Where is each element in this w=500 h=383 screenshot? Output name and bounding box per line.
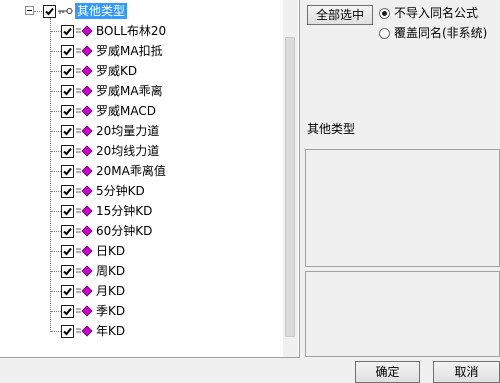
formula-diamond-icon [76,325,93,337]
formula-diamond-icon [76,85,93,97]
item-checkbox[interactable] [61,305,74,318]
tree-connector [51,51,61,52]
tree-connector [51,71,61,72]
tree-item-label[interactable]: 20均量力道 [96,123,159,139]
item-checkbox[interactable] [61,285,74,298]
tree-item-label[interactable]: BOLL布林20 [96,23,166,39]
formula-diamond-icon [76,265,93,277]
formula-diamond-icon [76,225,93,237]
tree-item-label[interactable]: 日KD [96,243,125,259]
item-checkbox[interactable] [61,325,74,338]
tree-connector [51,271,61,272]
tree-item-label[interactable]: 20均线力道 [96,143,159,159]
item-checkbox[interactable] [61,145,74,158]
formula-type-label: 其他类型 [307,122,356,136]
formula-diamond-icon [76,245,93,257]
tree-item-label[interactable]: 周KD [96,263,125,279]
tree-connector [51,131,61,132]
tree-connector [51,291,61,292]
scroll-thumb[interactable] [285,37,295,337]
description-box [305,149,500,267]
tree-connector [51,91,61,92]
formula-diamond-icon [76,165,93,177]
formula-diamond-icon [76,145,93,157]
item-checkbox[interactable] [61,105,74,118]
no-import-radio[interactable] [379,8,390,19]
tree-item-label[interactable]: 罗威MACD [96,103,156,119]
tree-item-label[interactable]: 罗威MA乖离 [96,83,163,99]
tree-connector [51,251,61,252]
item-checkbox[interactable] [61,245,74,258]
tree-item-label[interactable]: 月KD [96,283,125,299]
formula-diamond-icon [76,45,93,57]
formula-diamond-icon [76,285,93,297]
item-checkbox[interactable] [61,125,74,138]
tree-connector [51,151,61,152]
tree-item-label[interactable]: 罗威KD [96,63,137,79]
tree-item-label[interactable]: 5分钟KD [96,183,145,199]
overwrite-radio[interactable] [379,28,390,39]
tree-connector [51,231,61,232]
key-icon [58,8,73,14]
tree-connector [51,211,61,212]
item-checkbox[interactable] [61,85,74,98]
formula-diamond-icon [76,305,93,317]
tree-connector [51,111,61,112]
tree-item-label[interactable]: 20MA乖离值 [96,163,166,179]
formula-diamond-icon [76,65,93,77]
tree-item-label[interactable]: 罗威MA扣抵 [96,43,163,59]
item-checkbox[interactable] [61,225,74,238]
tree-item-label[interactable]: 60分钟KD [96,223,152,239]
detail-box [305,271,500,357]
item-checkbox[interactable] [61,205,74,218]
tree-connector [50,18,51,332]
tree-connector [51,311,61,312]
item-checkbox[interactable] [61,45,74,58]
tree-item-label[interactable]: 15分钟KD [96,203,152,219]
cancel-button[interactable]: 取消 [433,361,500,383]
tree-connector [51,331,61,332]
item-checkbox[interactable] [61,265,74,278]
tree-item-label[interactable]: 季KD [96,303,125,319]
formula-diamond-icon [76,185,93,197]
item-checkbox[interactable] [61,65,74,78]
overwrite-label[interactable]: 覆盖同名(非系统) [394,26,487,40]
tree-connector [51,191,61,192]
ok-button[interactable]: 确定 [355,361,420,383]
no-import-label[interactable]: 不导入同名公式 [394,6,478,20]
tree-connector [51,171,61,172]
tree-connector [51,31,61,32]
formula-diamond-icon [76,205,93,217]
tree-root-label[interactable]: 其他类型 [75,3,128,19]
formula-tree[interactable]: 其他类型 BOLL布林20 罗威MA扣抵 罗威KD 罗威MA乖离 罗威MACD 20均量力… [0,0,300,358]
collapse-toggle-icon[interactable] [25,6,34,15]
item-checkbox[interactable] [61,165,74,178]
formula-diamond-icon [76,105,93,117]
tree-connector [34,11,42,12]
formula-diamond-icon [76,125,93,137]
item-checkbox[interactable] [61,185,74,198]
formula-diamond-icon [76,25,93,37]
item-checkbox[interactable] [61,25,74,38]
vertical-scrollbar[interactable] [283,0,298,357]
tree-item-label[interactable]: 年KD [96,323,125,339]
root-checkbox[interactable] [43,5,56,18]
select-all-button[interactable]: 全部选中 [307,5,373,25]
